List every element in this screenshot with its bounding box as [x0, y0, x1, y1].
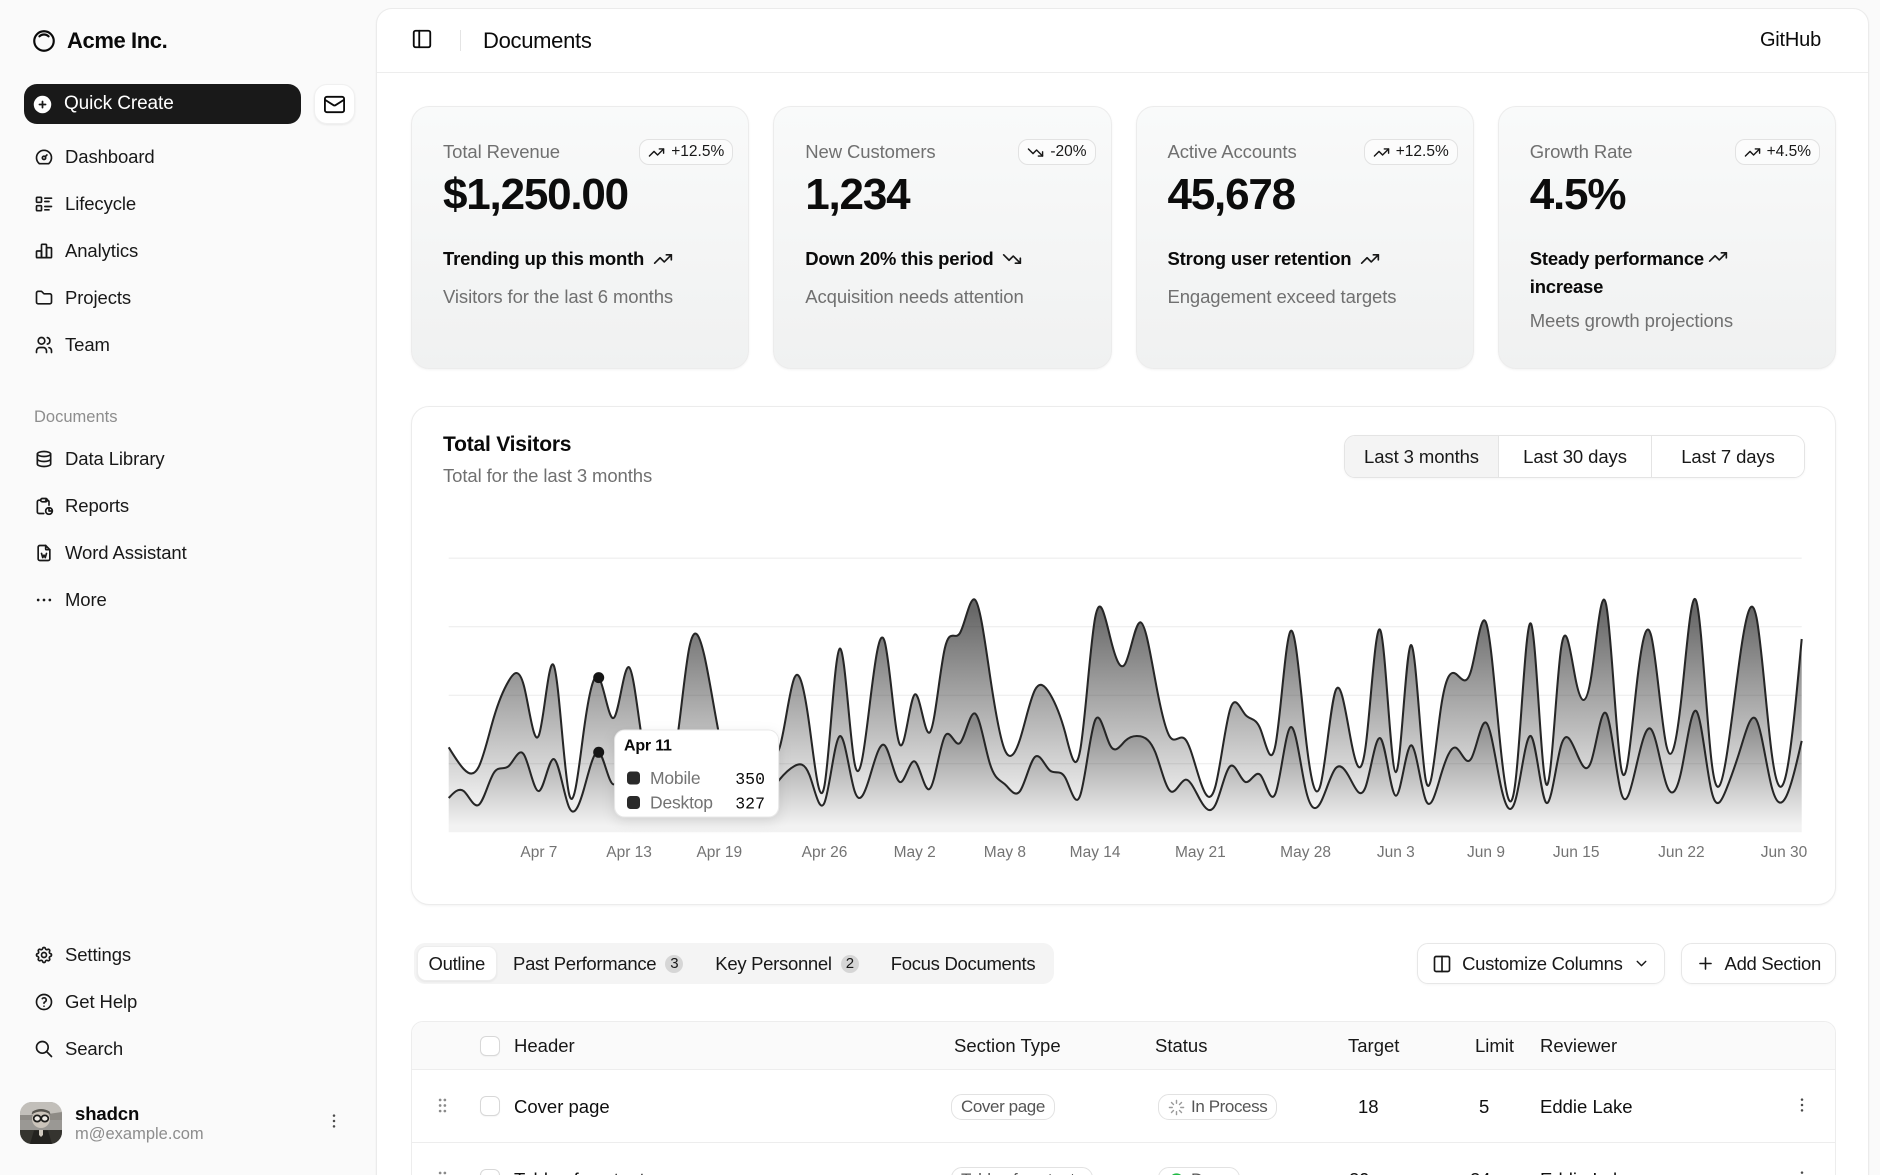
svg-text:Jun 30: Jun 30 [1761, 844, 1808, 861]
svg-text:Apr 11: Apr 11 [624, 738, 672, 755]
svg-text:Jun 9: Jun 9 [1467, 844, 1505, 861]
svg-text:Jun 22: Jun 22 [1658, 844, 1705, 861]
svg-text:Apr 19: Apr 19 [696, 844, 742, 861]
svg-text:350: 350 [735, 770, 765, 789]
svg-text:Mobile: Mobile [650, 768, 700, 788]
svg-text:Desktop: Desktop [650, 793, 713, 813]
svg-text:May 8: May 8 [984, 844, 1026, 861]
svg-text:May 28: May 28 [1280, 844, 1331, 861]
svg-text:Jun 3: Jun 3 [1377, 844, 1415, 861]
svg-text:Apr 13: Apr 13 [606, 844, 652, 861]
svg-text:Apr 26: Apr 26 [802, 844, 848, 861]
svg-text:Apr 7: Apr 7 [520, 844, 557, 861]
svg-text:May 21: May 21 [1175, 844, 1226, 861]
svg-text:Jun 15: Jun 15 [1553, 844, 1600, 861]
svg-text:May 2: May 2 [894, 844, 936, 861]
svg-text:327: 327 [735, 795, 765, 814]
svg-text:May 14: May 14 [1070, 844, 1121, 861]
